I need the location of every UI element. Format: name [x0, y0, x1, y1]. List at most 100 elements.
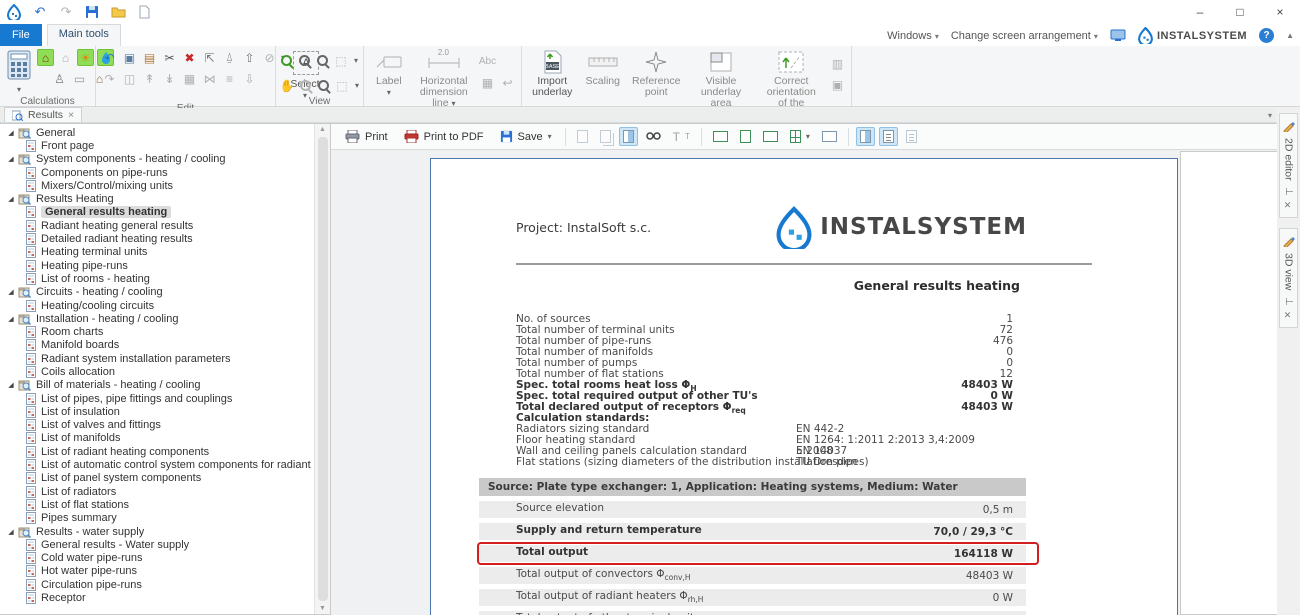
results-tab-close-icon[interactable]: ×	[68, 109, 74, 121]
scroll-down-icon[interactable]: ▼	[319, 603, 326, 614]
import-underlay-button[interactable]: BASE Import underlay	[527, 49, 578, 99]
zoom-extents-icon[interactable]	[317, 55, 328, 66]
save-icon[interactable]	[84, 4, 100, 20]
underlay-layers-icon[interactable]: ▥	[829, 55, 846, 72]
tree-item[interactable]: ◢ Heating/cooling circuits	[0, 299, 314, 312]
label-button[interactable]: Label ▾	[369, 49, 409, 99]
tree-item[interactable]: ◢ Circulation pipe-runs	[0, 578, 314, 591]
minimize-button[interactable]: –	[1180, 0, 1220, 24]
pipe-check-icon[interactable]: ▭	[71, 70, 88, 87]
tree-item[interactable]: ◢ Cold water pipe-runs	[0, 552, 314, 565]
scroll-up-icon[interactable]: ▲	[319, 124, 326, 135]
tree-item[interactable]: ◢ List of insulation	[0, 405, 314, 418]
view-more-icon[interactable]: ▾	[355, 81, 359, 90]
node-up-icon[interactable]: ↟	[141, 70, 158, 87]
heating-cooling-calc-icon[interactable]: ☀	[77, 49, 94, 66]
tree-item[interactable]: ◢ List of panel system components	[0, 472, 314, 485]
tree-item[interactable]: ◢ Results Heating	[0, 192, 314, 205]
zoom-window-icon[interactable]	[318, 80, 329, 91]
mirror-icon[interactable]: ▦	[181, 70, 198, 87]
table-icon[interactable]: ▦	[479, 74, 496, 91]
tree-item[interactable]: ◢ Detailed radiant heating results	[0, 232, 314, 245]
open-folder-icon[interactable]	[110, 4, 126, 20]
panel-list-dropdown-icon[interactable]: ▾	[1268, 111, 1272, 120]
underlay-lock-icon[interactable]: ▣	[829, 76, 846, 93]
tree-item[interactable]: ◢ Heating terminal units	[0, 246, 314, 259]
tree-item[interactable]: ◢ List of radiant heating components	[0, 445, 314, 458]
diagnostics-icon[interactable]: ♙	[51, 70, 68, 87]
print-to-pdf-button[interactable]: Print to PDF	[398, 127, 490, 146]
results-panel-tab[interactable]: Results ×	[4, 107, 82, 122]
expand-arrow-icon[interactable]: ◢	[4, 195, 18, 203]
tree-item[interactable]: ◢ Coils allocation	[0, 365, 314, 378]
scrollbar-thumb[interactable]	[318, 137, 328, 601]
tree-item[interactable]: ◢ Room charts	[0, 325, 314, 338]
lift-icon[interactable]: ⍙	[221, 49, 238, 66]
visible-underlay-area-button[interactable]: Visible underlay area	[688, 49, 753, 110]
tree-item[interactable]: ◢ Radiant heating general results	[0, 219, 314, 232]
pan-icon[interactable]: ✋	[281, 77, 293, 94]
tab-3d-view[interactable]: 3D view ⊥ ✕	[1279, 228, 1298, 328]
tree-item[interactable]: ◢ List of manifolds	[0, 432, 314, 445]
paste-report-icon[interactable]	[573, 127, 592, 146]
tree-item[interactable]: ◢ General	[0, 126, 314, 139]
tree-item[interactable]: ◢ General results heating	[0, 206, 314, 219]
find-icon[interactable]	[642, 128, 665, 146]
tree-item[interactable]: ◢ Radiant system installation parameters	[0, 352, 314, 365]
scale-icon[interactable]: ⋈	[201, 70, 218, 87]
view-two-pages-icon[interactable]	[759, 128, 782, 145]
collapse-ribbon-icon[interactable]: ▲	[1286, 31, 1294, 40]
tree-item[interactable]: ◢ Results - water supply	[0, 525, 314, 538]
copy-icon[interactable]: ▣	[121, 49, 138, 66]
zoom-out-icon[interactable]	[299, 55, 310, 66]
scaling-button[interactable]: Scaling	[582, 49, 624, 88]
tree-item[interactable]: ◢ List of valves and fittings	[0, 419, 314, 432]
tree-item[interactable]: ◢ List of pipes, pipe fittings and coupl…	[0, 392, 314, 405]
toggle-side-pane-icon[interactable]	[619, 127, 638, 146]
page-setup-icon[interactable]	[902, 127, 921, 146]
tree-item[interactable]: ◢ Heating pipe-runs	[0, 259, 314, 272]
cut-icon[interactable]: ✂	[161, 49, 178, 66]
redo-icon[interactable]: ↷	[58, 4, 74, 20]
pin-icon[interactable]: ⊥	[1283, 187, 1294, 196]
maximize-button[interactable]: □	[1220, 0, 1260, 24]
tree-item[interactable]: ◢ Components on pipe-runs	[0, 166, 314, 179]
abc-text-icon[interactable]: Abc	[479, 53, 496, 70]
page-area[interactable]: Project: InstalSoft s.c. INSTALSYSTEM Ge…	[331, 150, 1180, 615]
tree-item[interactable]: ◢ Installation - heating / cooling	[0, 312, 314, 325]
monitor-icon[interactable]	[1110, 29, 1126, 42]
undo-edit-icon[interactable]: ↶	[101, 49, 118, 66]
show-report-header-icon[interactable]	[856, 127, 875, 146]
tree-item[interactable]: ◢ Hot water pipe-runs	[0, 565, 314, 578]
expand-arrow-icon[interactable]: ◢	[4, 381, 18, 389]
save-report-button[interactable]: Save▾	[494, 127, 558, 146]
tree-item[interactable]: ◢ Manifold boards	[0, 339, 314, 352]
redo-edit-icon[interactable]: ↷	[101, 70, 118, 87]
pin-icon[interactable]: ⊥	[1283, 297, 1294, 306]
view-full-page-icon[interactable]	[709, 128, 732, 145]
close-button[interactable]: ×	[1260, 0, 1300, 24]
expand-arrow-icon[interactable]: ◢	[4, 155, 18, 163]
close-3d-view-icon[interactable]: ✕	[1284, 311, 1294, 321]
tab-main-tools[interactable]: Main tools	[47, 24, 121, 46]
align-icon[interactable]: ≡	[221, 70, 238, 87]
undo-icon[interactable]: ↶	[32, 4, 48, 20]
copy-report-icon[interactable]	[596, 127, 615, 146]
expand-arrow-icon[interactable]: ◢	[4, 528, 18, 536]
tree-item[interactable]: ◢ Bill of materials - heating / cooling	[0, 379, 314, 392]
show-contents-list-icon[interactable]	[879, 127, 898, 146]
new-document-icon[interactable]	[136, 4, 152, 20]
view-region-icon[interactable]: ⬚	[336, 77, 348, 94]
move-icon[interactable]: ⇧	[241, 49, 258, 66]
tree-item[interactable]: ◢ Receptor	[0, 591, 314, 604]
view-single-page-icon[interactable]	[736, 127, 755, 146]
heat-loss-calc-icon[interactable]: ⌂	[37, 49, 54, 66]
split-icon[interactable]: ◫	[121, 70, 138, 87]
expand-arrow-icon[interactable]: ◢	[4, 288, 18, 296]
stretch-icon[interactable]: ⇱	[201, 49, 218, 66]
tree-item[interactable]: ◢ Circuits - heating / cooling	[0, 286, 314, 299]
tree-item[interactable]: ◢ General results - Water supply	[0, 538, 314, 551]
tree-item[interactable]: ◢ Front page	[0, 139, 314, 152]
expand-arrow-icon[interactable]: ◢	[4, 129, 18, 137]
tree-item[interactable]: ◢ List of radiators	[0, 485, 314, 498]
